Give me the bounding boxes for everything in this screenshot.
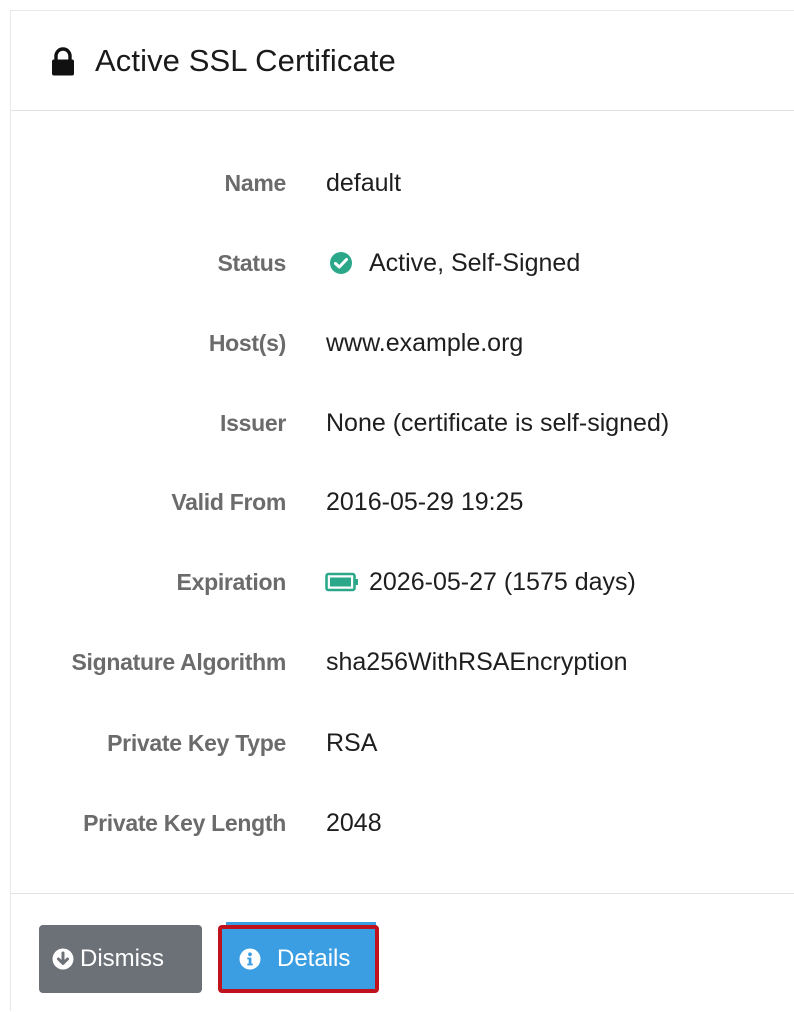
status-value: Active, Self-Signed bbox=[369, 248, 581, 277]
battery-full-icon bbox=[325, 572, 358, 592]
detail-label: Expiration bbox=[176, 568, 287, 595]
detail-label: Status bbox=[217, 249, 287, 276]
lock-icon bbox=[52, 46, 74, 75]
ssl-certificate-panel: Active SSL Certificate Name default Stat… bbox=[10, 10, 794, 1011]
detail-row-signature-algorithm: Signature Algorithm sha256WithRSAEncrypt… bbox=[11, 642, 794, 682]
dismiss-button[interactable]: Dismiss bbox=[39, 925, 202, 993]
dismiss-label: Dismiss bbox=[80, 945, 164, 972]
detail-label: Name bbox=[224, 169, 287, 196]
detail-value: 2048 bbox=[326, 809, 382, 838]
panel-header: Active SSL Certificate bbox=[11, 11, 794, 111]
detail-row-issuer: Issuer None (certificate is self-signed) bbox=[11, 403, 794, 443]
private-key-length-value: 2048 bbox=[326, 808, 382, 837]
name-value: default bbox=[326, 168, 402, 197]
detail-value: www.example.org bbox=[326, 329, 523, 358]
info-circle-icon bbox=[239, 948, 261, 970]
panel-title: Active SSL Certificate bbox=[95, 42, 396, 78]
valid-from-value: 2016-05-29 19:25 bbox=[326, 487, 524, 516]
detail-value: 2016-05-29 19:25 bbox=[326, 488, 523, 517]
detail-label: Signature Algorithm bbox=[71, 648, 286, 675]
check-circle-icon bbox=[330, 252, 352, 274]
details-label: Details bbox=[277, 945, 351, 972]
detail-row-name: Name default bbox=[11, 163, 794, 203]
private-key-type-value: RSA bbox=[326, 728, 378, 757]
detail-value: Active, Self-Signed bbox=[326, 249, 580, 278]
detail-row-hosts: Host(s) www.example.org bbox=[11, 323, 794, 363]
certificate-details: Name default Status Active, Self-Signed … bbox=[11, 111, 794, 894]
detail-row-status: Status Active, Self-Signed bbox=[11, 243, 794, 283]
detail-label: Host(s) bbox=[208, 329, 286, 356]
detail-value: None (certificate is self-signed) bbox=[326, 409, 669, 438]
detail-value: sha256WithRSAEncryption bbox=[326, 648, 628, 677]
detail-label: Private Key Length bbox=[83, 809, 286, 836]
detail-row-expiration: Expiration 2026-05-27 (1575 days) bbox=[11, 562, 794, 602]
detail-label: Private Key Type bbox=[107, 729, 286, 756]
detail-value: default bbox=[326, 169, 401, 198]
detail-label: Issuer bbox=[220, 409, 286, 436]
detail-row-valid-from: Valid From 2016-05-29 19:25 bbox=[11, 482, 794, 522]
hosts-value: www.example.org bbox=[326, 328, 524, 357]
details-button[interactable]: Details bbox=[218, 925, 379, 993]
detail-value: RSA bbox=[326, 729, 377, 758]
panel-footer: Dismiss Details bbox=[11, 893, 794, 1012]
expiration-value: 2026-05-27 (1575 days) bbox=[369, 567, 636, 596]
detail-row-private-key-length: Private Key Length 2048 bbox=[11, 803, 794, 843]
issuer-value: None (certificate is self-signed) bbox=[326, 408, 670, 437]
signature-algorithm-value: sha256WithRSAEncryption bbox=[326, 647, 628, 676]
detail-row-private-key-type: Private Key Type RSA bbox=[11, 723, 794, 763]
detail-value: 2026-05-27 (1575 days) bbox=[325, 567, 636, 597]
detail-label: Valid From bbox=[171, 488, 286, 515]
arrow-circle-down-icon bbox=[52, 948, 74, 970]
